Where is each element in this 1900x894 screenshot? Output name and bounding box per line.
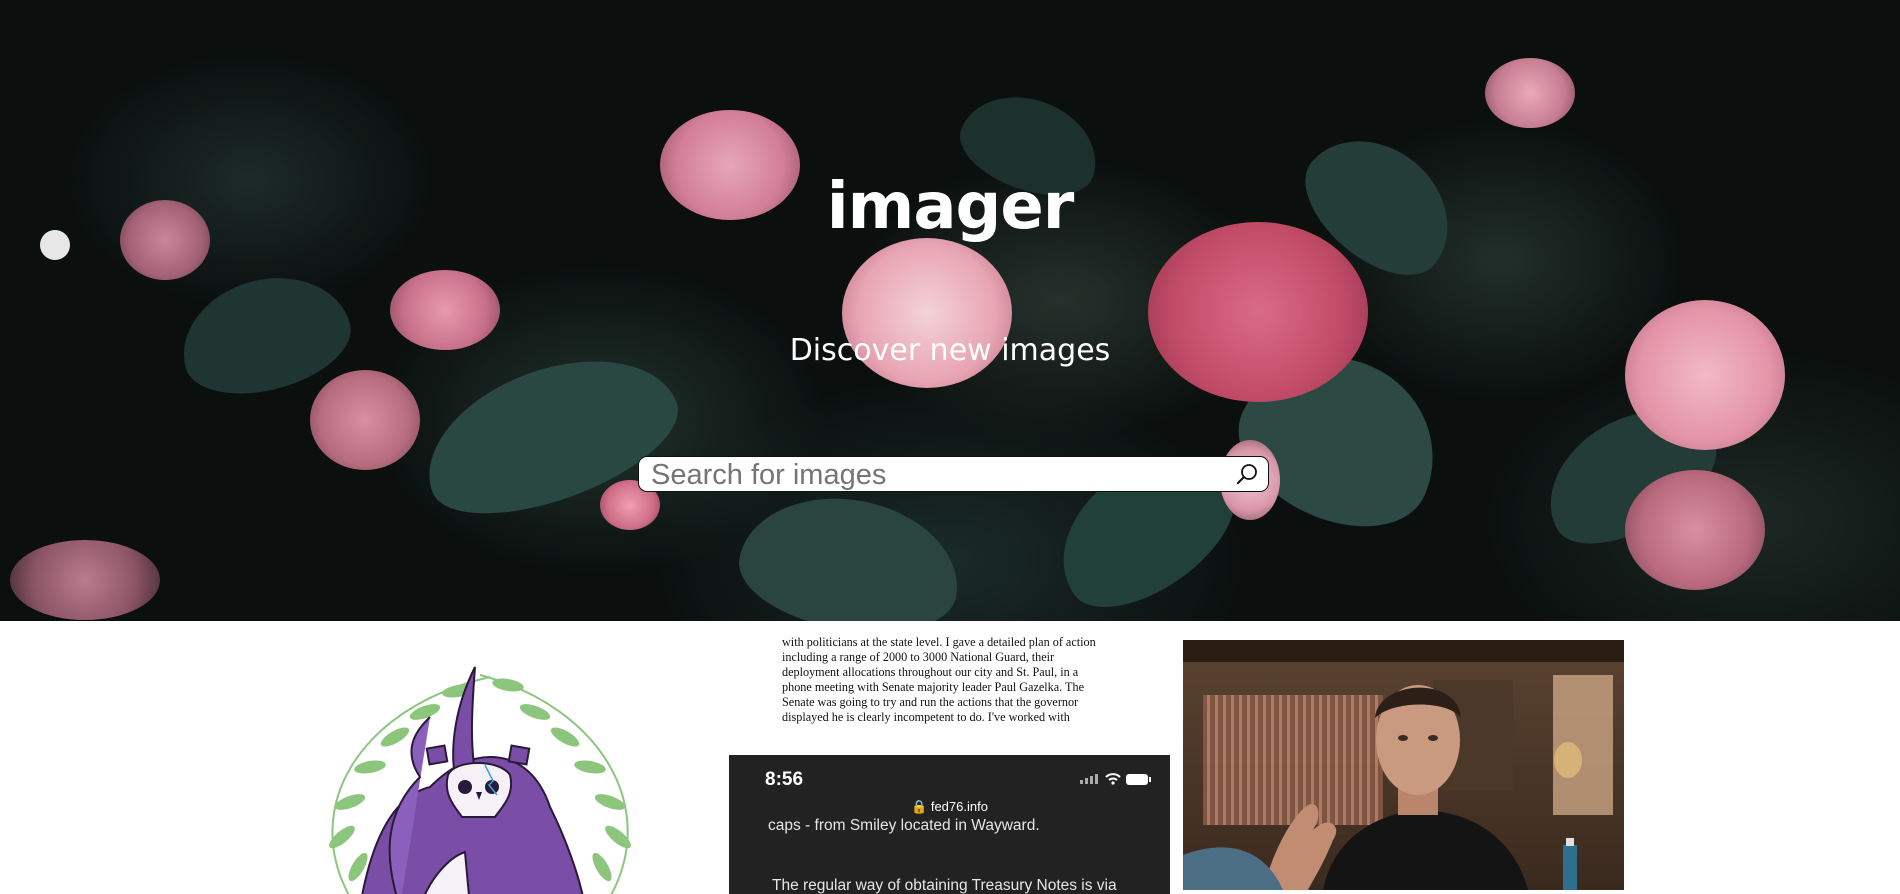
phone-url-bar: 🔒 fed76.info: [729, 799, 1170, 815]
creature-illustration: [329, 666, 631, 894]
phone-status-icons: [1080, 771, 1152, 791]
hero-banner: imager Discover new images: [0, 0, 1900, 621]
search-icon[interactable]: [1236, 462, 1260, 486]
phone-time: 8:56: [765, 769, 804, 790]
search-input[interactable]: [649, 459, 1223, 491]
phone-text-line: The regular way of obtaining Treasury No…: [772, 877, 1117, 894]
document-text: with politicians at the state level. I g…: [782, 635, 1096, 724]
gallery-item[interactable]: with politicians at the state level. I g…: [729, 635, 1170, 894]
site-tagline: Discover new images: [789, 333, 1111, 368]
search-bar: [638, 456, 1269, 492]
lock-icon: 🔒: [911, 799, 928, 814]
gallery-item[interactable]: [1183, 640, 1624, 890]
image-gallery: with politicians at the state level. I g…: [0, 621, 1900, 894]
gallery-item[interactable]: [280, 647, 720, 894]
phone-url: fed76.info: [930, 799, 988, 814]
phone-text-line: caps - from Smiley located in Wayward.: [768, 817, 1040, 834]
man-photo: [1183, 640, 1624, 890]
site-title: imager: [826, 170, 1075, 244]
phone-screenshot: 8:56 🔒 fed76.info caps - from Smiley loc…: [729, 755, 1170, 894]
